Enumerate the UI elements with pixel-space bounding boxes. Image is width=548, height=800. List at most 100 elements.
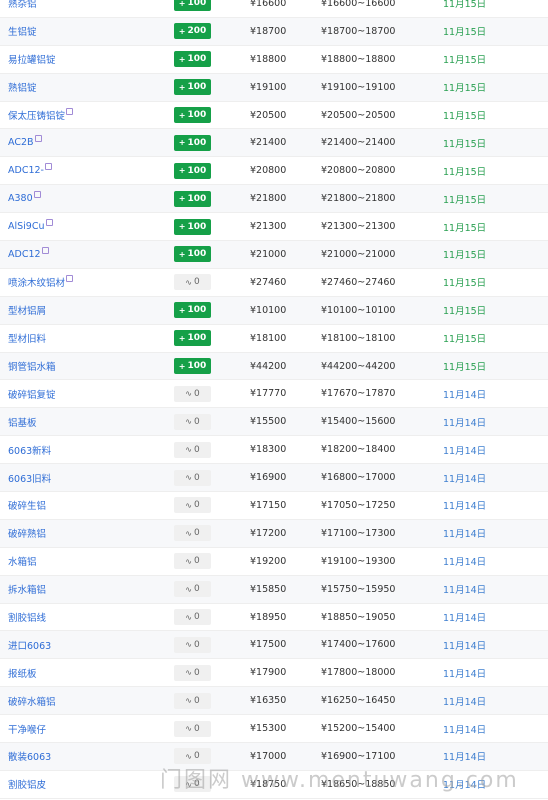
- price-change-value: 100: [187, 193, 207, 204]
- table-row: 破碎铝复锭 ∿ 0 ¥17770 ¥17670~17870 11月14日: [0, 380, 548, 409]
- metal-name-text: 熟杂铝: [8, 0, 37, 11]
- price-date: 11月15日: [443, 0, 487, 11]
- price-flat-badge: ∿ 0: [174, 609, 211, 626]
- metal-name-text: 铝基板: [8, 417, 37, 429]
- price-change: ∿ 0: [174, 548, 211, 575]
- price-up-badge: +100: [174, 330, 211, 347]
- metal-name-text: 破碎水箱铝: [8, 696, 56, 708]
- price-change: ∿ 0: [174, 576, 211, 603]
- metal-name-link[interactable]: 型材铝屑: [8, 297, 46, 324]
- metal-name-text: 生铝锭: [8, 27, 37, 39]
- external-link-icon: [44, 163, 52, 171]
- price-change: +100: [174, 325, 211, 352]
- metal-name-text: 易拉罐铝锭: [8, 55, 56, 67]
- metal-name-text: 破碎熟铝: [8, 529, 47, 541]
- average-price: ¥21400: [250, 137, 287, 149]
- metal-name-link[interactable]: AlSi9Cu: [8, 213, 53, 240]
- metal-name-link[interactable]: 生铝锭: [8, 18, 37, 45]
- price-date: 11月15日: [443, 222, 487, 234]
- metal-name-link[interactable]: AC2B: [8, 129, 42, 156]
- average-price: ¥18950: [250, 611, 287, 623]
- metal-name-link[interactable]: 熟杂铝: [8, 0, 37, 17]
- metal-name-link[interactable]: 干净喉仔: [8, 715, 46, 742]
- price-change-value: 100: [187, 165, 207, 176]
- metal-name-link[interactable]: ADC12-: [8, 157, 52, 184]
- metal-name-text: 进口6063: [8, 640, 52, 652]
- metal-name-link[interactable]: 铜管铝水箱: [8, 353, 56, 380]
- metal-name-link[interactable]: 喷涂木纹铝材: [8, 269, 74, 296]
- metal-name-link[interactable]: 散装6063: [8, 743, 51, 770]
- price-up-badge: +100: [174, 162, 211, 179]
- price-change: +100: [174, 102, 211, 129]
- metal-name-link[interactable]: ADC12: [8, 241, 49, 268]
- price-change: +100: [174, 157, 211, 184]
- average-price: ¥19100: [250, 81, 287, 93]
- price-up-badge: +100: [174, 218, 211, 235]
- price-change: +200: [174, 18, 211, 45]
- price-flat-badge: ∿ 0: [174, 413, 211, 430]
- table-row: 破碎熟铝 ∿ 0 ¥17200 ¥17100~17300 11月14日: [0, 519, 548, 548]
- metal-name-link[interactable]: 破碎生铝: [8, 492, 46, 519]
- price-date: 11月14日: [443, 445, 487, 457]
- price-change-value: 0: [193, 612, 200, 623]
- metal-name-link[interactable]: 拆水箱铝: [8, 576, 46, 603]
- price-change: +100: [174, 129, 211, 156]
- metal-name-link[interactable]: 6063旧料: [8, 464, 51, 491]
- price-date: 11月14日: [443, 724, 487, 736]
- price-flat-badge: ∿ 0: [174, 525, 211, 542]
- table-row: 报纸板 ∿ 0 ¥17900 ¥17800~18000 11月14日: [0, 659, 548, 688]
- price-date: 11月14日: [443, 640, 487, 652]
- price-date: 11月15日: [443, 55, 487, 67]
- metal-name-link[interactable]: 割胶铝线: [8, 604, 46, 631]
- price-date: 11月14日: [443, 585, 487, 597]
- metal-name-link[interactable]: 水箱铝: [8, 548, 37, 575]
- average-price: ¥18800: [250, 53, 287, 65]
- metal-name-link[interactable]: 熟铝锭: [8, 74, 37, 101]
- plus-icon: +: [178, 166, 186, 176]
- price-range: ¥19100~19100: [321, 81, 396, 93]
- metal-name-link[interactable]: 破碎铝复锭: [8, 380, 56, 407]
- metal-name-text: AlSi9Cu: [8, 221, 45, 233]
- price-range: ¥44200~44200: [321, 360, 396, 372]
- price-change-value: 100: [187, 82, 207, 93]
- price-table: 熟杂铝 +100 ¥16600 ¥16600~16600 11月15日 生铝锭 +200 ¥1…: [0, 0, 548, 799]
- price-change: +100: [174, 185, 211, 212]
- price-flat-badge: ∿ 0: [174, 581, 211, 598]
- price-change-value: 100: [187, 249, 207, 260]
- price-range: ¥17050~17250: [321, 499, 396, 511]
- price-range: ¥19100~19300: [321, 555, 396, 567]
- average-price: ¥18700: [250, 25, 287, 37]
- metal-name-link[interactable]: 破碎熟铝: [8, 520, 46, 547]
- flat-trend-icon: ∿: [185, 556, 192, 566]
- flat-trend-icon: ∿: [185, 389, 192, 399]
- metal-name-link[interactable]: 破碎水箱铝: [8, 687, 56, 714]
- metal-name-link[interactable]: 报纸板: [8, 659, 37, 686]
- average-price: ¥44200: [250, 360, 287, 372]
- metal-name-link[interactable]: 6063新料: [8, 436, 51, 463]
- metal-name-text: ADC12-: [8, 165, 44, 177]
- metal-name-text: 散装6063: [8, 752, 52, 764]
- metal-name-link[interactable]: 割胶铝皮: [8, 771, 46, 798]
- price-change: ∿ 0: [174, 520, 211, 547]
- metal-name-link[interactable]: 进口6063: [8, 631, 51, 658]
- flat-trend-icon: ∿: [185, 612, 192, 622]
- metal-name-link[interactable]: 铝基板: [8, 408, 37, 435]
- price-flat-badge: ∿ 0: [174, 776, 211, 793]
- price-change-value: 0: [193, 723, 200, 734]
- price-range: ¥20800~20800: [321, 165, 396, 177]
- average-price: ¥21300: [250, 221, 287, 233]
- average-price: ¥17000: [250, 750, 287, 762]
- price-change-value: 0: [193, 779, 200, 790]
- metal-name-link[interactable]: A380: [8, 185, 41, 212]
- metal-name-link[interactable]: 型材旧料: [8, 325, 46, 352]
- price-change: ∿ 0: [174, 687, 211, 714]
- metal-name-text: 破碎铝复锭: [8, 389, 56, 401]
- table-row: 水箱铝 ∿ 0 ¥19200 ¥19100~19300 11月14日: [0, 548, 548, 576]
- metal-name-link[interactable]: 保太压铸铝锭: [8, 102, 74, 129]
- metal-name-text: 拆水箱铝: [8, 585, 47, 597]
- price-range: ¥15200~15400: [321, 723, 396, 735]
- metal-name-link[interactable]: 易拉罐铝锭: [8, 46, 56, 73]
- price-up-badge: +200: [174, 23, 211, 40]
- price-change-value: 0: [193, 556, 200, 567]
- flat-trend-icon: ∿: [185, 473, 192, 483]
